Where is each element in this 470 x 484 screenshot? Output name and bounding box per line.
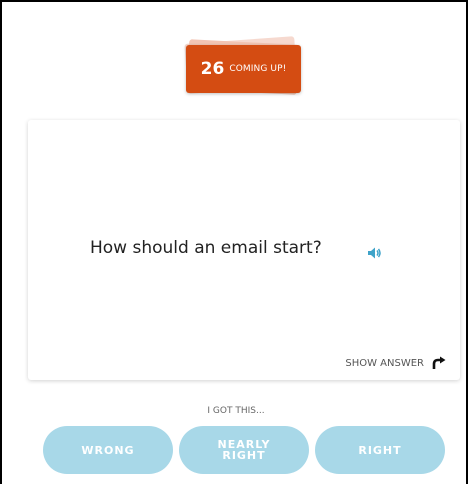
flashcard-screen: 26 COMING UP! How should an email start?…	[0, 0, 468, 484]
wrong-button[interactable]: WRONG	[43, 426, 173, 474]
cards-remaining-label: COMING UP!	[229, 64, 287, 74]
right-button[interactable]: RIGHT	[315, 426, 445, 474]
nearly-right-button[interactable]: NEARLY RIGHT	[179, 426, 309, 474]
nearly-right-label-line2: RIGHT	[222, 449, 266, 462]
show-answer-label: SHOW ANSWER	[345, 357, 424, 369]
wrong-button-label: WRONG	[81, 443, 135, 457]
right-button-label: RIGHT	[358, 443, 402, 457]
rating-prompt: I GOT THIS...	[207, 406, 265, 416]
cards-remaining-count: 26	[200, 59, 225, 79]
speaker-icon[interactable]	[368, 244, 382, 259]
flashcard[interactable]: How should an email start? SHOW ANSWER	[28, 120, 460, 380]
question-text: How should an email start?	[90, 238, 322, 258]
cards-remaining-badge: 26 COMING UP!	[186, 45, 301, 93]
redo-arrow-icon	[432, 356, 446, 369]
show-answer-button[interactable]: SHOW ANSWER	[345, 356, 446, 370]
